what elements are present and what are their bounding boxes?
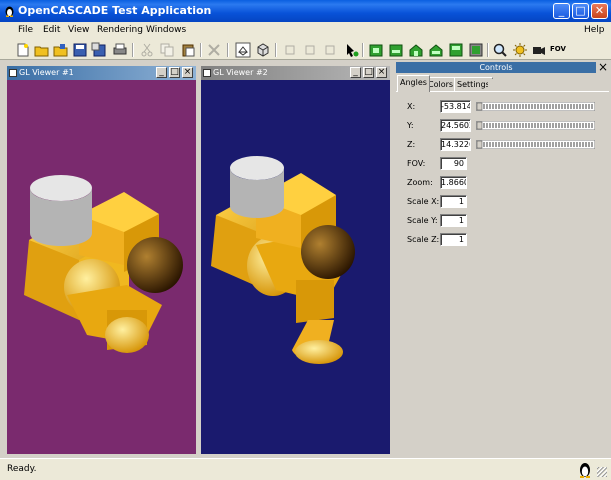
mdi-close-button[interactable]: × — [182, 67, 193, 78]
y-label: Y: — [407, 121, 414, 130]
menu-help[interactable]: Help — [584, 25, 605, 35]
tux-icon — [5, 6, 14, 17]
light-icon[interactable] — [512, 42, 528, 58]
print-icon[interactable] — [112, 42, 128, 58]
mdi-maximize-button[interactable]: □ — [169, 67, 180, 78]
view-top-icon[interactable] — [408, 42, 424, 58]
menu-windows[interactable]: Windows — [146, 25, 186, 35]
rotate-icon[interactable] — [282, 42, 298, 58]
window-icon — [9, 69, 17, 77]
menu-edit[interactable]: Edit — [43, 25, 60, 35]
fov-label: FOV: — [407, 159, 426, 168]
scale-z-label: Scale Z: — [407, 235, 440, 244]
gl-viewer-2-window[interactable]: GL Viewer #2 _ □ × — [199, 64, 392, 456]
z-slider[interactable] — [476, 140, 595, 149]
fov-button[interactable]: FOV — [550, 45, 566, 53]
gl-viewer-1-titlebar[interactable]: GL Viewer #1 _ □ × — [7, 66, 196, 80]
tab-angles[interactable]: Angles — [397, 75, 430, 92]
tab-scroller — [488, 79, 609, 91]
scale-y-input[interactable]: 1 — [440, 214, 467, 227]
resize-grip[interactable] — [597, 467, 607, 477]
toolbar: FOV — [0, 40, 611, 60]
mdi-minimize-button[interactable]: _ — [350, 67, 361, 78]
mdi-minimize-button[interactable]: _ — [156, 67, 167, 78]
controls-close-icon[interactable]: × — [597, 61, 609, 73]
status-text: Ready. — [7, 464, 37, 474]
scale-x-label: Scale X: — [407, 197, 440, 206]
gl-viewer-2-title: GL Viewer #2 — [213, 68, 268, 77]
gl-viewer-1-canvas[interactable] — [7, 80, 196, 454]
pan-icon[interactable] — [302, 42, 318, 58]
window-title: OpenCASCADE Test Application — [18, 4, 212, 17]
zoom-input[interactable]: 1.8660 — [440, 176, 467, 189]
gl-viewer-2-canvas[interactable] — [201, 80, 390, 454]
mdi-maximize-button[interactable]: □ — [363, 67, 374, 78]
z-label: Z: — [407, 140, 416, 149]
view-right-icon[interactable] — [468, 42, 484, 58]
x-input[interactable]: -53.814 — [440, 100, 471, 113]
scale-z-input[interactable]: 1 — [440, 233, 467, 246]
angles-tab-pane: X: -53.814 Y: 24.5602 Z: 14.3226 FOV: 90… — [396, 91, 609, 457]
menu-bar: File Edit View Rendering Windows Help — [0, 22, 611, 40]
tab-settings[interactable]: Settings — [454, 77, 493, 91]
title-bar: OpenCASCADE Test Application _ □ ✕ — [0, 0, 611, 22]
fov-input[interactable]: 90 — [440, 157, 467, 170]
gl-viewer-1-title: GL Viewer #1 — [19, 68, 74, 77]
maximize-button[interactable]: □ — [572, 3, 589, 19]
controls-title: Controls — [396, 62, 596, 73]
close-button[interactable]: ✕ — [591, 3, 608, 19]
view-front-icon[interactable] — [368, 42, 384, 58]
zoom-label: Zoom: — [407, 178, 433, 187]
save-as-icon[interactable] — [91, 42, 107, 58]
z-input[interactable]: 14.3226 — [440, 138, 471, 151]
save-icon[interactable] — [72, 42, 88, 58]
view-bottom-icon[interactable] — [428, 42, 444, 58]
tux-icon — [580, 463, 590, 478]
zoom-tool-icon[interactable] — [322, 42, 338, 58]
cut-icon[interactable] — [139, 42, 155, 58]
menu-rendering[interactable]: Rendering — [97, 25, 143, 35]
x-slider[interactable] — [476, 102, 595, 111]
view-back-icon[interactable] — [388, 42, 404, 58]
select-icon[interactable] — [344, 42, 360, 58]
copy-icon[interactable] — [159, 42, 175, 58]
wireframe-icon[interactable] — [235, 42, 251, 58]
y-input[interactable]: 24.5602 — [440, 119, 471, 132]
window-icon — [203, 69, 211, 77]
gl-viewer-2-titlebar[interactable]: GL Viewer #2 _ □ × — [201, 66, 390, 80]
gl-viewer-1-window[interactable]: GL Viewer #1 _ □ × — [5, 64, 198, 456]
controls-panel: Controls × Angles Colors Settings X: -53… — [396, 61, 611, 457]
menu-file[interactable]: File — [18, 25, 33, 35]
mdi-close-button[interactable]: × — [376, 67, 387, 78]
delete-icon[interactable] — [206, 42, 222, 58]
status-bar: Ready. — [0, 458, 611, 480]
open-folder-icon[interactable] — [53, 42, 69, 58]
paste-icon[interactable] — [180, 42, 196, 58]
new-icon[interactable] — [15, 42, 31, 58]
zoom-icon[interactable] — [492, 42, 508, 58]
shaded-icon[interactable] — [255, 42, 271, 58]
y-slider[interactable] — [476, 121, 595, 130]
open-icon[interactable] — [34, 42, 50, 58]
view-left-icon[interactable] — [448, 42, 464, 58]
camera-icon[interactable] — [531, 42, 547, 58]
scale-y-label: Scale Y: — [407, 216, 438, 225]
menu-view[interactable]: View — [68, 25, 89, 35]
scale-x-input[interactable]: 1 — [440, 195, 467, 208]
minimize-button[interactable]: _ — [553, 3, 570, 19]
x-label: X: — [407, 102, 416, 111]
